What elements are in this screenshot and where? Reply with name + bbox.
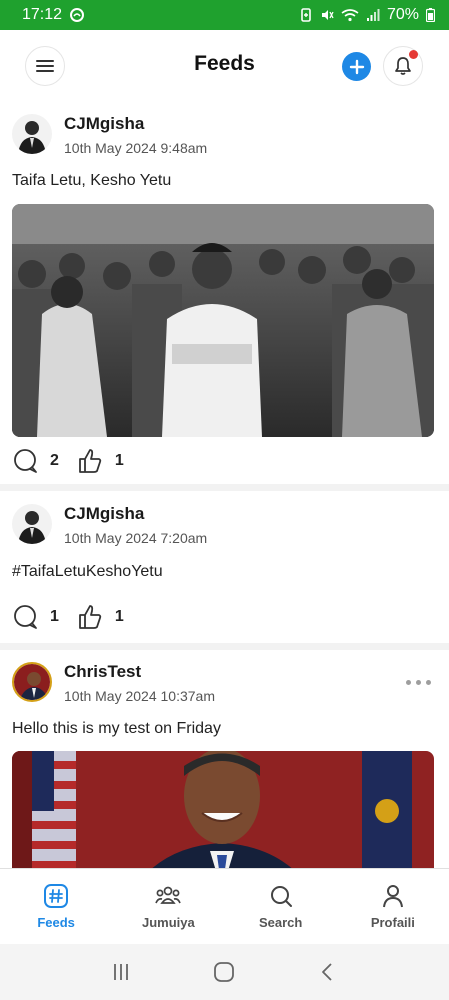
crowd-photo <box>12 204 434 437</box>
page-title: Feeds <box>194 52 255 75</box>
post-divider <box>0 484 449 491</box>
nav-profaili[interactable]: Profaili <box>337 869 449 944</box>
bottom-navigation: Feeds Jumuiya Search Profaili <box>0 868 449 944</box>
search-icon <box>270 886 292 907</box>
bell-icon <box>395 57 411 75</box>
avatar-photo <box>12 114 52 154</box>
avatar-photo <box>14 664 50 700</box>
signal-icon <box>366 9 380 21</box>
comment-icon[interactable] <box>12 448 38 474</box>
system-navigation-bar <box>0 944 449 1000</box>
post-text: #TaifaLetuKeshoYetu <box>12 563 163 580</box>
portrait-photo <box>12 751 434 868</box>
add-post-button[interactable] <box>342 52 371 81</box>
status-app-icon <box>70 8 85 22</box>
community-icon <box>155 886 182 904</box>
feed-post: CJMgisha 10th May 2024 9:48am Taifa Letu… <box>0 102 449 484</box>
post-text: Taifa Letu, Kesho Yetu <box>12 172 172 189</box>
like-icon[interactable] <box>77 448 103 474</box>
post-author[interactable]: CJMgisha <box>64 114 144 134</box>
more-options-button[interactable] <box>406 680 431 685</box>
nav-jumuiya[interactable]: Jumuiya <box>112 869 224 944</box>
comment-count: 1 <box>50 608 59 625</box>
feed-post: ChrisTest 10th May 2024 10:37am Hello th… <box>0 650 449 868</box>
like-icon[interactable] <box>77 604 103 630</box>
nav-search[interactable]: Search <box>225 869 337 944</box>
post-actions: 1 1 <box>12 604 132 630</box>
status-bar: 17:12 70% <box>0 0 449 30</box>
wifi-icon <box>341 9 359 22</box>
avatar[interactable] <box>12 504 52 544</box>
post-date: 10th May 2024 9:48am <box>64 140 208 156</box>
nav-label: Feeds <box>37 915 75 930</box>
hashtag-icon <box>44 884 69 908</box>
recent-apps-icon[interactable] <box>111 962 131 982</box>
post-author[interactable]: CJMgisha <box>64 504 144 524</box>
mute-icon <box>321 10 334 20</box>
post-author[interactable]: ChrisTest <box>64 662 141 682</box>
post-actions: 2 1 <box>12 448 132 474</box>
profile-icon <box>382 885 403 908</box>
notification-badge <box>409 50 418 59</box>
home-icon[interactable] <box>213 961 235 983</box>
post-text: Hello this is my test on Friday <box>12 720 221 737</box>
nav-label: Search <box>258 915 303 930</box>
feed-post: CJMgisha 10th May 2024 7:20am #TaifaLetu… <box>0 491 449 643</box>
post-divider <box>0 643 449 650</box>
post-image[interactable] <box>12 204 434 437</box>
plus-icon <box>349 59 364 74</box>
nav-feeds[interactable]: Feeds <box>0 869 112 944</box>
nav-label: Profaili <box>370 915 415 930</box>
comment-icon[interactable] <box>12 604 38 630</box>
back-icon[interactable] <box>318 962 338 982</box>
comment-count: 2 <box>50 452 59 469</box>
nav-label: Jumuiya <box>142 915 195 930</box>
avatar[interactable] <box>12 114 52 154</box>
post-image[interactable] <box>12 751 434 868</box>
post-date: 10th May 2024 10:37am <box>64 688 215 704</box>
like-count: 1 <box>114 452 124 469</box>
avatar-photo <box>12 504 52 544</box>
notifications-button[interactable] <box>383 46 423 86</box>
status-time: 17:12 <box>22 6 63 23</box>
battery-percent: 70% <box>386 6 419 23</box>
battery-saver-icon <box>301 8 311 22</box>
avatar[interactable] <box>12 662 52 702</box>
post-date: 10th May 2024 7:20am <box>64 530 208 546</box>
app-header: Feeds <box>0 30 449 102</box>
like-count: 1 <box>114 608 124 625</box>
battery-icon <box>426 8 435 22</box>
